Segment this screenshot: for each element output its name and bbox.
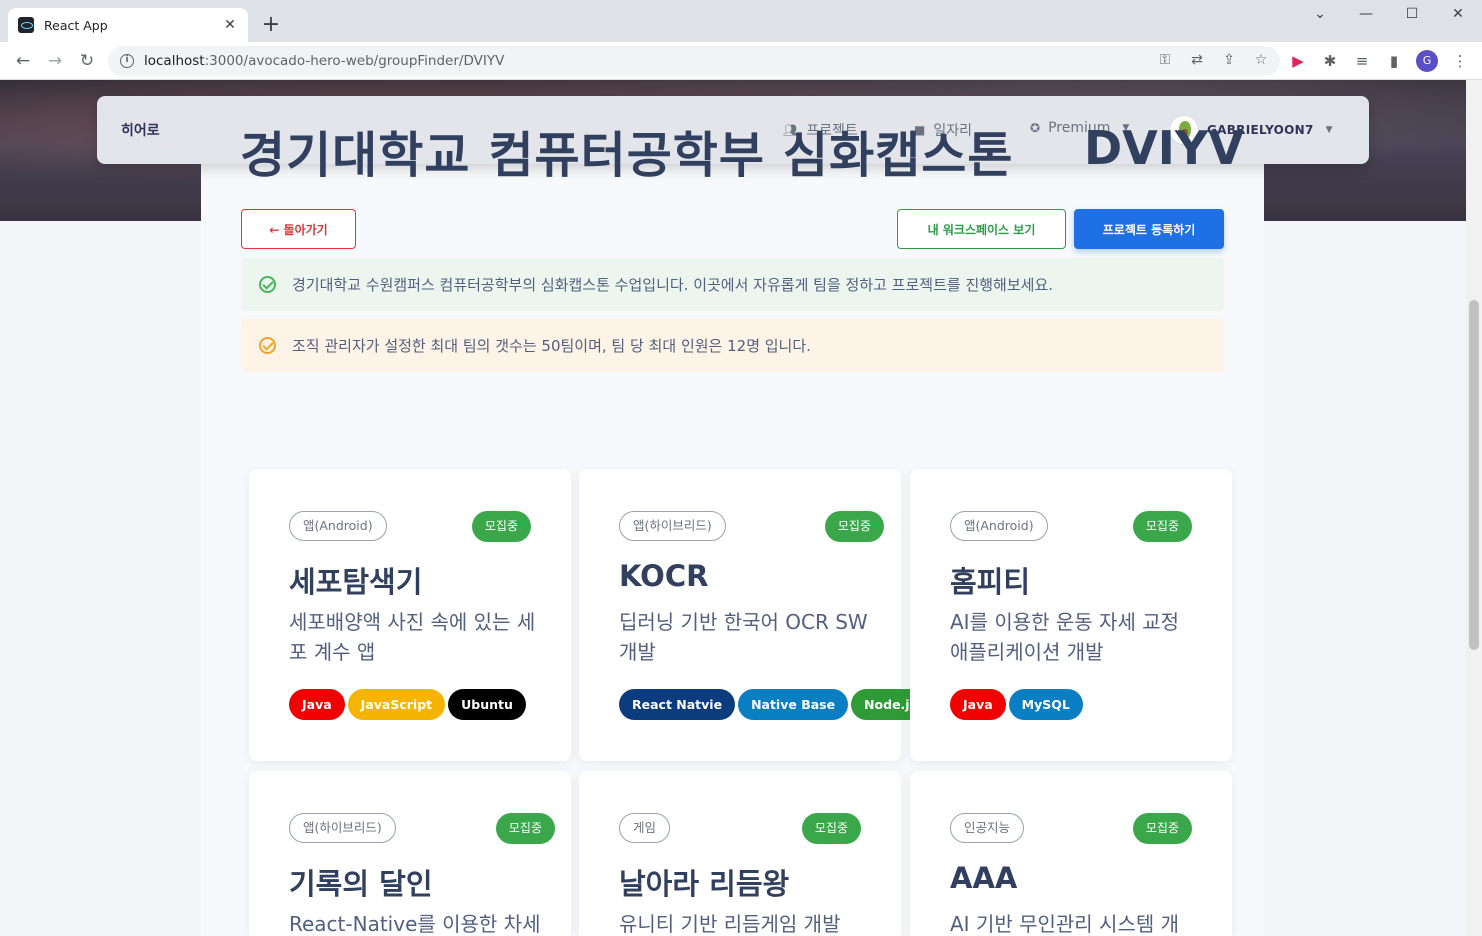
tech-tag: Native Base — [738, 689, 849, 720]
project-type-badge: 앱(하이브리드) — [619, 511, 726, 541]
bookmark-star-icon[interactable]: ☆ — [1252, 52, 1270, 68]
url-text[interactable]: localhost:3000/avocado-hero-web/groupFin… — [144, 53, 504, 69]
share-icon[interactable]: ⇪ — [1220, 52, 1238, 68]
minimize-button[interactable]: — — [1351, 6, 1381, 22]
tech-tag: Java — [289, 689, 345, 720]
tech-tag: Ubuntu — [448, 689, 526, 720]
site-info-icon[interactable]: i — [120, 54, 134, 68]
award-icon: ✪ — [1030, 121, 1041, 135]
project-card[interactable]: 앱(하이브리드) 모집중 기록의 달인 React-Native를 이용한 차세 — [249, 771, 571, 936]
caret-down-icon: ▼ — [1325, 125, 1333, 135]
info-alert: 경기대학교 수원캠퍼스 컴퓨터공학부의 심화캡스톤 수업입니다. 이곳에서 자유… — [241, 258, 1224, 311]
project-description: React-Native를 이용한 차세 — [289, 912, 541, 936]
tag-list: Java MySQL — [950, 689, 1083, 720]
status-badge: 모집중 — [495, 813, 555, 844]
group-code: DVIYV — [1084, 121, 1244, 175]
project-card[interactable]: 게임 모집중 날아라 리듬왕 유니티 기반 리듬게임 개발 — [579, 771, 901, 936]
project-type-badge: 앱(하이브리드) — [289, 813, 396, 843]
browser-toolbar: ← → ↻ i localhost:3000/avocado-hero-web/… — [0, 42, 1482, 80]
more-menu-icon[interactable]: ⋮ — [1450, 52, 1470, 70]
tag-list: React Natvie Native Base Node.js — [619, 689, 931, 720]
workspace-button[interactable]: 내 워크스페이스 보기 — [897, 209, 1066, 249]
project-name: AAA — [950, 861, 1018, 895]
back-button[interactable]: ← 돌아가기 — [241, 209, 356, 249]
tech-tag: JavaScript — [347, 689, 446, 720]
brand-link[interactable]: 히어로 — [121, 120, 160, 140]
project-card[interactable]: 앱(Android) 모집중 세포탐색기 세포배양액 사진 속에 있는 세포 계… — [249, 469, 571, 761]
tech-tag: Java — [950, 689, 1006, 720]
project-name: 세포탐색기 — [289, 565, 423, 599]
project-card[interactable]: 앱(하이브리드) 모집중 KOCR 딥러닝 기반 한국어 OCR SW 개발 R… — [579, 469, 931, 761]
close-tab-icon[interactable]: ✕ — [222, 17, 238, 33]
play-extension-icon[interactable]: ▶ — [1288, 52, 1308, 70]
side-panel-icon[interactable]: ▮ — [1384, 52, 1404, 70]
project-name: KOCR — [619, 559, 709, 593]
scrollbar-thumb[interactable] — [1469, 300, 1479, 650]
status-badge: 모집중 — [824, 511, 884, 542]
project-card[interactable]: 인공지능 모집중 AAA AI 기반 무인관리 시스템 개 — [910, 771, 1232, 936]
media-queue-icon[interactable]: ≡ — [1352, 52, 1372, 70]
project-type-badge: 앱(Android) — [289, 511, 387, 541]
react-favicon-icon — [18, 17, 34, 33]
status-badge: 모집중 — [1132, 511, 1192, 542]
project-name: 날아라 리듬왕 — [619, 867, 790, 901]
status-badge: 모집중 — [471, 511, 531, 542]
translate-icon[interactable]: ⇄ — [1188, 52, 1206, 68]
maximize-button[interactable]: ☐ — [1397, 6, 1427, 22]
check-circle-icon — [259, 276, 276, 293]
page-scrollbar[interactable] — [1466, 80, 1482, 936]
project-description: AI를 이용한 운동 자세 교정 애플리케이션 개발 — [950, 610, 1180, 664]
reload-icon[interactable]: ↻ — [76, 50, 98, 72]
status-badge: 모집중 — [801, 813, 861, 844]
project-name: 기록의 달인 — [289, 867, 433, 901]
project-description: 딥러닝 기반 한국어 OCR SW 개발 — [619, 610, 868, 664]
tag-list: Java JavaScript Ubuntu — [289, 689, 526, 720]
address-bar[interactable]: i localhost:3000/avocado-hero-web/groupF… — [108, 46, 1280, 76]
project-description: 유니티 기반 리듬게임 개발 — [619, 912, 841, 936]
close-window-button[interactable]: ✕ — [1443, 6, 1473, 22]
back-arrow-icon[interactable]: ← — [12, 50, 34, 72]
puzzle-extensions-icon[interactable]: ✱ — [1320, 52, 1340, 70]
page-title: 경기대학교 컴퓨터공학부 심화캡스톤 — [240, 127, 1014, 184]
project-description: 세포배양액 사진 속에 있는 세포 계수 앱 — [289, 610, 536, 664]
status-badge: 모집중 — [1132, 813, 1192, 844]
tab-title: React App — [44, 17, 108, 33]
tab-strip: React App ✕ + ⌄ — ☐ ✕ — [0, 0, 1482, 42]
tech-tag: React Natvie — [619, 689, 736, 720]
project-type-badge: 게임 — [619, 813, 671, 843]
browser-chrome: React App ✕ + ⌄ — ☐ ✕ ← → ↻ i localhost:… — [0, 0, 1482, 80]
limit-alert: 조직 관리자가 설정한 최대 팀의 갯수는 50팀이며, 팀 당 최대 인원은 … — [241, 319, 1224, 372]
project-type-badge: 앱(Android) — [950, 511, 1048, 541]
project-card[interactable]: 앱(Android) 모집중 홈피티 AI를 이용한 운동 자세 교정 애플리케… — [910, 469, 1232, 761]
key-icon[interactable]: ⚿ — [1156, 52, 1174, 68]
project-name: 홈피티 — [950, 565, 1031, 599]
register-project-button[interactable]: 프로젝트 등록하기 — [1074, 209, 1224, 249]
project-type-badge: 인공지능 — [950, 813, 1025, 843]
forward-arrow-icon[interactable]: → — [44, 50, 66, 72]
project-description: AI 기반 무인관리 시스템 개 — [950, 912, 1180, 936]
profile-avatar[interactable]: G — [1416, 50, 1438, 72]
check-circle-icon — [259, 337, 276, 354]
tab-search-icon[interactable]: ⌄ — [1305, 6, 1335, 22]
new-tab-button[interactable]: + — [258, 12, 284, 38]
tech-tag: MySQL — [1008, 689, 1083, 720]
browser-tab[interactable]: React App ✕ — [8, 8, 248, 42]
